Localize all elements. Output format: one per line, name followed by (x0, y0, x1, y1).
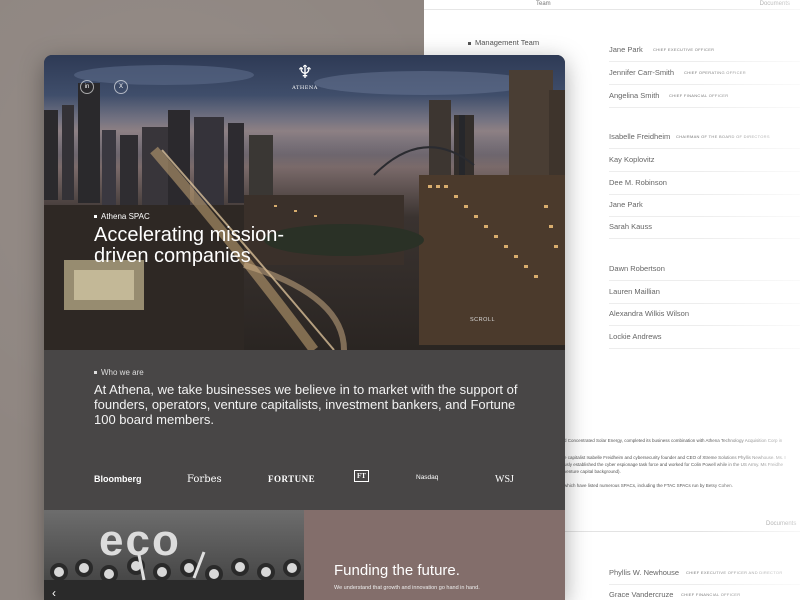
logo-wordmark: ATHENA (292, 85, 318, 91)
funding-subtitle: We understand that growth and innovation… (334, 585, 480, 591)
hero-title: Accelerating mission-driven companies (94, 224, 285, 267)
member-name: Lockie Andrews (609, 332, 662, 341)
member-name: Sarah Kauss (609, 222, 652, 231)
forbes-logo: Forbes (187, 474, 222, 485)
who-eyebrow: Who we are (94, 368, 144, 377)
about-text-line: d Concentrated Solar Energy, completed i… (564, 438, 783, 443)
documents-link[interactable]: Documents (766, 521, 796, 527)
member-title: CHIEF FINANCIAL OFFICER (681, 592, 741, 597)
team-member-row: Isabelle Freidheim CHAIRMAN OF THE BOARD… (609, 127, 800, 149)
about-text-line: e capitalist Isabelle Freidheim and cybe… (564, 455, 786, 460)
nasdaq-logo: Nasdaq (416, 474, 439, 481)
member-name: Phyllis W. Newhouse (609, 568, 680, 577)
who-we-are-body: At Athena, we take businesses we believe… (94, 382, 518, 427)
member-name: Jane Park (609, 200, 643, 209)
x-twitter-icon[interactable]: X (114, 80, 128, 94)
member-title: CHIEF FINANCIAL OFFICER (669, 93, 729, 98)
team-member-row: Kay Koplovitz (609, 150, 800, 172)
member-name: Lauren Maillian (609, 287, 660, 296)
about-text-line: usly established the cyber espionage tas… (564, 462, 784, 467)
member-title: CHIEF EXECUTIVE OFFICER AND DIRECTOR (686, 570, 783, 575)
homepage-card: in X ♆ ATHENA Athena SPAC Accelerating m… (44, 55, 565, 600)
team-member-row: Alexandra Wilkis Wilson (609, 304, 800, 326)
nav-team-link[interactable]: Team (536, 1, 551, 7)
who-we-are-section: Who we are At Athena, we take businesses… (44, 350, 565, 510)
hero-section: in X ♆ ATHENA Athena SPAC Accelerating m… (44, 55, 565, 350)
team-page-topbar: Team Documents (424, 0, 800, 10)
team-member-row: Phyllis W. Newhouse CHIEF EXECUTIVE OFFI… (609, 563, 800, 585)
bullet-icon (94, 215, 97, 219)
city-skyline-image (44, 65, 565, 350)
member-name: Jane Park (609, 45, 643, 54)
team-member-row: Lauren Maillian (609, 282, 800, 304)
team-member-row: Sarah Kauss (609, 217, 800, 239)
member-name: Jennifer Carr-Smith (609, 68, 675, 77)
team-member-row: Grace Vandercruze CHIEF FINANCIAL OFFICE… (609, 585, 800, 600)
member-name: Dee M. Robinson (609, 178, 667, 187)
chevron-left-icon[interactable]: ‹ (52, 586, 56, 600)
member-name: Dawn Robertson (609, 264, 665, 273)
member-name: Isabelle Freidheim (609, 132, 671, 141)
crowd-image (44, 551, 304, 600)
about-text-line: which have listed numerous SPACs, includ… (564, 483, 733, 488)
divider (564, 531, 800, 532)
bullet-icon (94, 371, 97, 375)
about-text-line: venture capital background). (564, 469, 621, 474)
linkedin-icon[interactable]: in (80, 80, 94, 94)
management-team-label: Management Team (468, 38, 539, 47)
member-name: Alexandra Wilkis Wilson (609, 309, 690, 318)
scroll-indicator[interactable]: SCROLL (470, 317, 495, 323)
financial-times-logo: FT (354, 470, 369, 482)
member-title: CHAIRMAN OF THE BOARD OF DIRECTORS (676, 134, 770, 139)
member-name: Angelina Smith (609, 91, 660, 100)
bullet-icon (468, 41, 471, 45)
bloomberg-logo: Bloomberg (94, 474, 142, 484)
owl-icon: ♆ (296, 62, 314, 83)
nav-documents-link[interactable]: Documents (760, 1, 790, 7)
funding-section: Funding the future. We understand that g… (304, 510, 565, 600)
team-member-row: Angelina Smith CHIEF FINANCIAL OFFICER (609, 86, 800, 108)
member-name: Grace Vandercruze (609, 590, 674, 599)
member-name: Kay Koplovitz (609, 155, 655, 164)
member-title: CHIEF OPERATING OFFICER (684, 70, 746, 75)
team-member-row: Dee M. Robinson (609, 173, 800, 195)
wsj-logo: WSJ (495, 474, 514, 485)
member-title: CHIEF EXECUTIVE OFFICER (653, 47, 715, 52)
athena-logo[interactable]: ♆ ATHENA (289, 61, 321, 91)
team-member-row: Lockie Andrews (609, 327, 800, 349)
funding-title: Funding the future. (334, 562, 460, 579)
team-member-row: Jennifer Carr-Smith CHIEF OPERATING OFFI… (609, 63, 800, 85)
fortune-logo: FORTUNE (268, 474, 316, 484)
celebration-photo: eco ‹ (44, 510, 304, 600)
hero-eyebrow: Athena SPAC (94, 212, 150, 221)
team-member-row: Dawn Robertson (609, 259, 800, 281)
team-member-row: Jane Park (609, 195, 800, 217)
team-member-row: Jane Park CHIEF EXECUTIVE OFFICER (609, 40, 800, 62)
